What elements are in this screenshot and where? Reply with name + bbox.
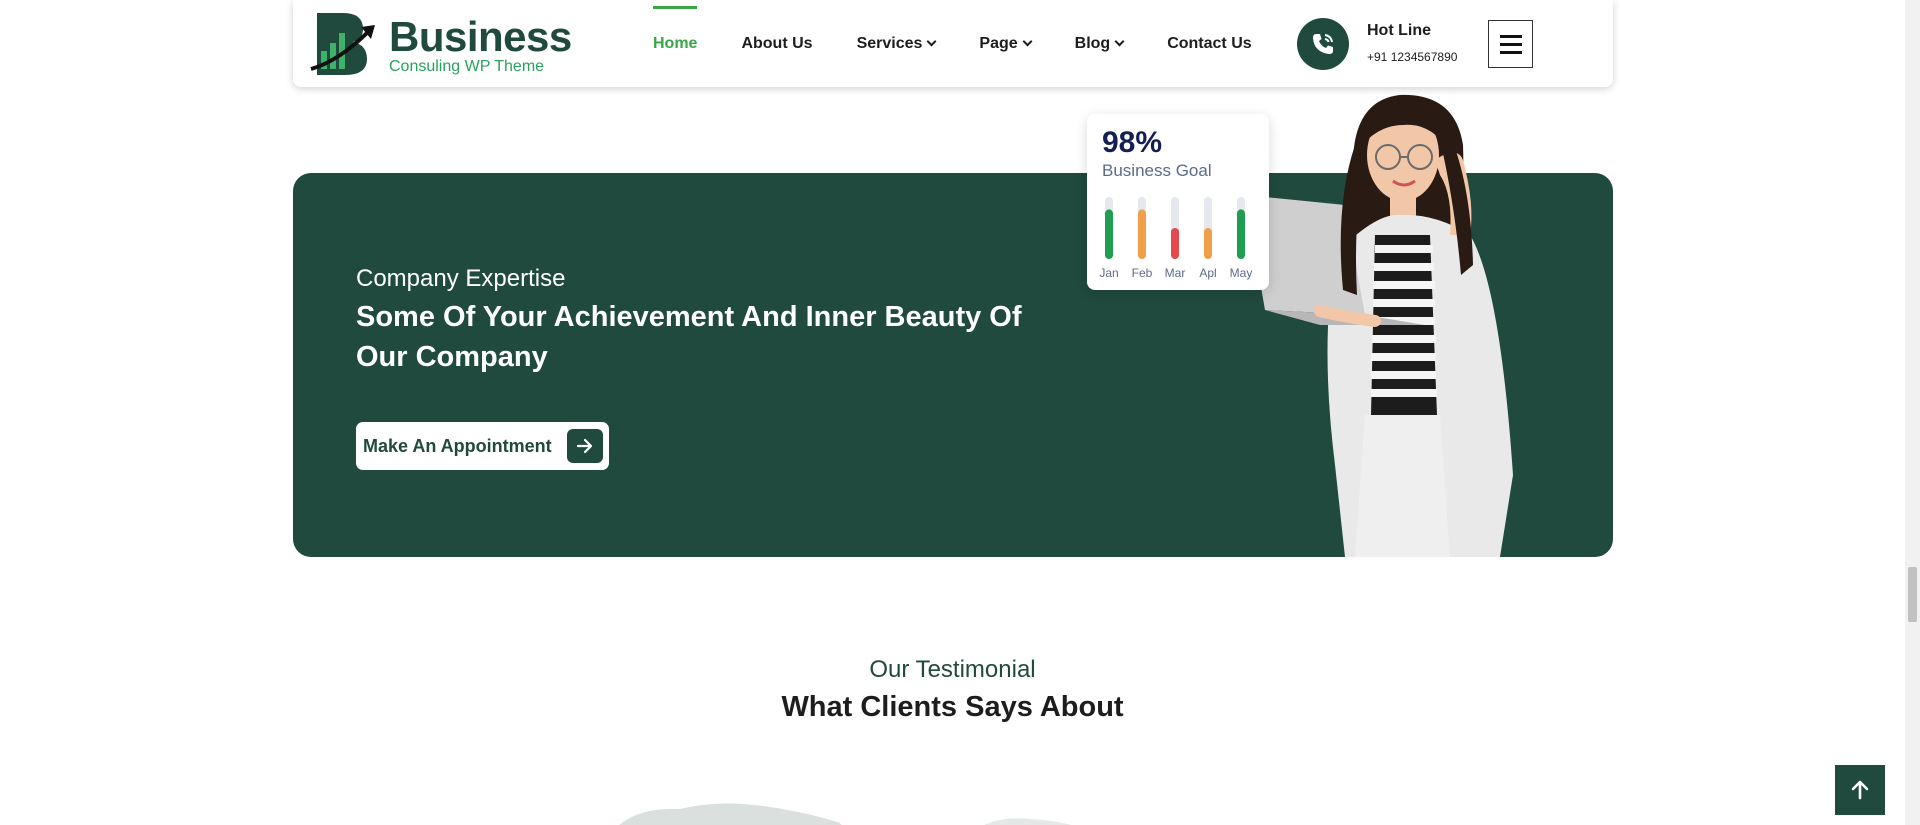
nav-page[interactable]: Page [979, 0, 1033, 87]
monthly-bars-chart: Jan Feb Mar Apl May [1099, 197, 1253, 280]
scrollbar-thumb[interactable] [1908, 567, 1917, 622]
hamburger-menu-button[interactable] [1488, 20, 1533, 68]
logo-mark-icon [310, 13, 375, 75]
hamburger-icon-line [1499, 50, 1522, 54]
woman-with-laptop-image [1245, 94, 1513, 557]
hamburger-icon-line [1499, 34, 1522, 38]
phone-glyph [1313, 34, 1333, 54]
nav-home[interactable]: Home [653, 0, 698, 87]
bar-label: Jan [1099, 266, 1118, 280]
nav-contact-us[interactable]: Contact Us [1167, 0, 1251, 87]
site-header: Business Consuling WP Theme Home About U… [293, 0, 1613, 87]
page: Business Consuling WP Theme Home About U… [0, 0, 1920, 825]
bar-feb [1138, 209, 1146, 259]
bar-mar [1171, 228, 1179, 259]
bar-may [1237, 209, 1245, 259]
nav-blog-label: Blog [1074, 34, 1111, 52]
chevron-down-icon [1022, 36, 1033, 47]
phone-icon[interactable] [1297, 18, 1349, 70]
logo[interactable]: Business Consuling WP Theme [309, 11, 572, 77]
hotline-number[interactable]: +91 1234567890 [1367, 50, 1457, 64]
nav-about-us[interactable]: About Us [741, 0, 812, 87]
main-nav: Home About Us Services Page Blog Contact… [653, 0, 1296, 87]
logo-word: Business [389, 13, 572, 60]
chevron-down-icon [926, 36, 937, 47]
testimonial-title: What Clients Says About [781, 691, 1124, 723]
bar-apl [1204, 228, 1212, 259]
nav-home-label: Home [653, 34, 698, 52]
back-to-top-button[interactable] [1835, 765, 1885, 815]
page-scrollbar[interactable] [1905, 0, 1920, 825]
hotline-title: Hot Line [1367, 22, 1431, 39]
nav-services-label: Services [856, 34, 923, 52]
nav-blog[interactable]: Blog [1074, 0, 1125, 87]
bar-label: Apl [1199, 266, 1216, 280]
banner-subtitle: Company Expertise [356, 265, 566, 292]
testimonial-subtitle: Our Testimonial [869, 656, 1036, 683]
business-goal-card: 98% Business Goal Jan Feb Mar Apl May [1087, 114, 1269, 290]
bar-label: May [1230, 266, 1253, 280]
nav-contact-label: Contact Us [1167, 34, 1252, 52]
nav-about-label: About Us [741, 34, 813, 52]
bar-label: Feb [1132, 266, 1153, 280]
banner-title: Some Of Your Achievement And Inner Beaut… [356, 301, 1022, 373]
bar-jan [1105, 209, 1113, 259]
bar-label: Mar [1165, 266, 1186, 280]
nav-page-label: Page [979, 34, 1018, 52]
cta-label: Make An Appointment [363, 435, 552, 456]
world-map-decoration [619, 803, 1072, 825]
hamburger-icon-line [1499, 42, 1522, 46]
nav-services[interactable]: Services [856, 0, 937, 87]
arrow-right-icon [567, 429, 603, 463]
logo-tagline: Consuling WP Theme [389, 58, 545, 75]
arrow-up-icon [1851, 780, 1869, 800]
chevron-down-icon [1114, 36, 1125, 47]
make-appointment-button[interactable]: Make An Appointment [356, 422, 609, 470]
